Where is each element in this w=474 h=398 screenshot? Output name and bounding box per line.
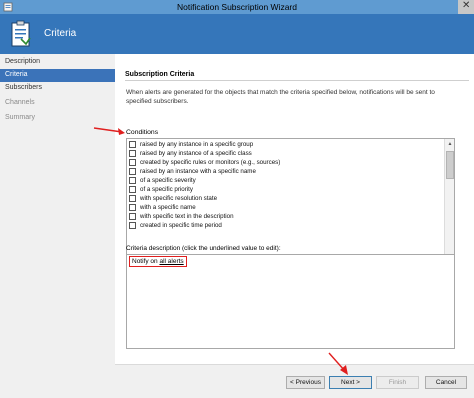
previous-button[interactable]: < Previous <box>286 376 325 389</box>
condition-row[interactable]: created by specific rules or monitors (e… <box>127 159 443 168</box>
condition-checkbox[interactable] <box>129 204 136 211</box>
annotation-arrow-next-icon <box>328 352 348 375</box>
annotation-arrow-conditions-icon <box>93 127 125 135</box>
scroll-thumb[interactable] <box>446 151 454 179</box>
condition-label: created by specific rules or monitors (e… <box>140 159 281 166</box>
criteria-description-label: Criteria description (click the underlin… <box>126 245 281 252</box>
condition-checkbox[interactable] <box>129 222 136 229</box>
criteria-description-box: Notify on all alerts <box>126 254 455 349</box>
condition-checkbox[interactable] <box>129 177 136 184</box>
conditions-label: Conditions <box>126 129 159 136</box>
wizard-footer: < Previous Next > Finish Cancel <box>115 364 474 398</box>
condition-checkbox[interactable] <box>129 186 136 193</box>
condition-label: of a specific severity <box>140 177 196 184</box>
sidebar-item-channels: Channels <box>5 99 35 106</box>
condition-checkbox[interactable] <box>129 195 136 202</box>
section-divider <box>125 80 469 81</box>
condition-row[interactable]: created in specific time period <box>127 222 443 231</box>
close-button[interactable]: ✕ <box>458 0 474 14</box>
description-prefix: Notify on <box>132 258 160 265</box>
wizard-steps-sidebar: Description Criteria Subscribers Channel… <box>0 54 115 398</box>
criteria-description-text: Notify on all alerts <box>129 256 187 267</box>
finish-button: Finish <box>376 376 419 389</box>
condition-row[interactable]: with specific resolution state <box>127 195 443 204</box>
condition-checkbox[interactable] <box>129 168 136 175</box>
scroll-up-arrow-icon[interactable]: ▲ <box>446 140 454 148</box>
cancel-button[interactable]: Cancel <box>425 376 467 389</box>
window-title: Notification Subscription Wizard <box>177 2 297 12</box>
close-icon: ✕ <box>462 0 471 11</box>
condition-label: created in specific time period <box>140 222 222 229</box>
intro-text: When alerts are generated for the object… <box>126 89 435 105</box>
condition-checkbox[interactable] <box>129 159 136 166</box>
condition-label: with a specific name <box>140 204 196 211</box>
condition-row[interactable]: with specific text in the description <box>127 213 443 222</box>
condition-row[interactable]: raised by any instance of a specific cla… <box>127 150 443 159</box>
condition-label: with specific resolution state <box>140 195 218 202</box>
condition-row[interactable]: of a specific priority <box>127 186 443 195</box>
sidebar-item-subscribers[interactable]: Subscribers <box>0 82 115 95</box>
wizard-header: Criteria <box>0 14 474 54</box>
sidebar-item-description[interactable]: Description <box>0 56 115 69</box>
condition-label: raised by an instance with a specific na… <box>140 168 256 175</box>
title-bar: Notification Subscription Wizard ✕ <box>0 0 474 14</box>
condition-label: with specific text in the description <box>140 213 234 220</box>
condition-row[interactable]: raised by any instance in a specific gro… <box>127 141 443 150</box>
condition-label: of a specific priority <box>140 186 193 193</box>
condition-checkbox[interactable] <box>129 150 136 157</box>
all-alerts-link[interactable]: all alerts <box>159 258 183 265</box>
condition-checkbox[interactable] <box>129 141 136 148</box>
wizard-clipboard-icon <box>11 20 31 47</box>
condition-row[interactable]: with a specific name <box>127 204 443 213</box>
sidebar-item-criteria[interactable]: Criteria <box>0 69 115 82</box>
condition-checkbox[interactable] <box>129 213 136 220</box>
criteria-page: Subscription Criteria When alerts are ge… <box>115 54 474 364</box>
condition-row[interactable]: of a specific severity <box>127 177 443 186</box>
condition-row[interactable]: raised by an instance with a specific na… <box>127 168 443 177</box>
section-title: Subscription Criteria <box>125 71 195 78</box>
condition-label: raised by any instance in a specific gro… <box>140 141 254 148</box>
condition-label: raised by any instance of a specific cla… <box>140 150 252 157</box>
page-title: Criteria <box>44 28 77 39</box>
